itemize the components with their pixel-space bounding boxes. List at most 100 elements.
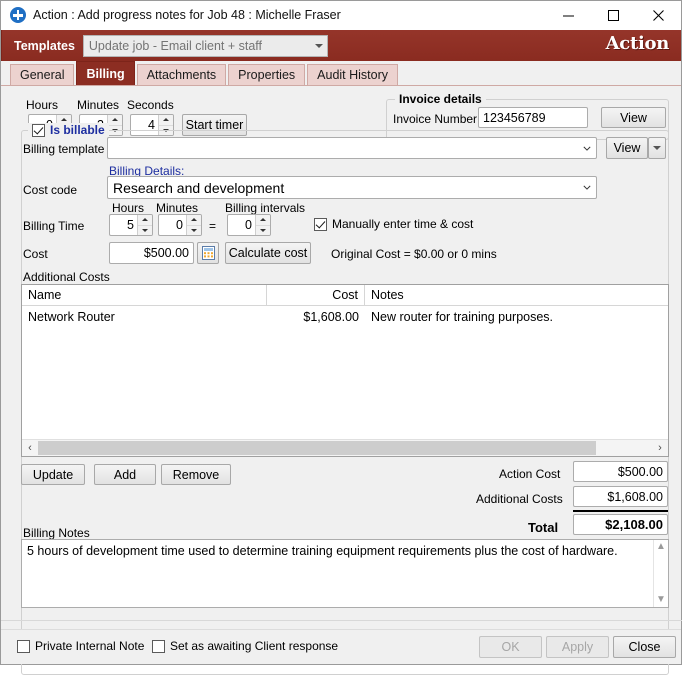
additional-costs-value: $1,608.00 [607,489,663,504]
manual-entry-label: Manually enter time & cost [332,217,474,231]
billing-notes-label: Billing Notes [23,526,90,540]
spin-down-icon[interactable] [187,226,201,236]
spin-up-icon[interactable] [159,115,173,126]
scroll-left-icon[interactable]: ‹ [22,440,38,456]
billing-intervals-spin-buttons[interactable] [255,215,270,235]
is-billable-label: Is billable [50,123,105,137]
checkbox-box [314,217,327,231]
private-internal-note-checkbox[interactable]: Private Internal Note [17,639,144,653]
chevron-down-icon [653,146,661,150]
timer-hours-label: Hours [26,98,59,112]
cost-code-select[interactable]: Research and development [107,176,597,199]
is-billable-checkbox[interactable]: Is billable [28,123,109,137]
update-button[interactable]: Update [21,464,85,485]
cost-value: $500.00 [143,246,189,260]
billing-minutes-label: Minutes [156,201,199,215]
tab-properties[interactable]: Properties [228,64,306,85]
action-cost-label: Action Cost [499,467,561,481]
template-select-value: Update job - Email client + staff [88,38,263,53]
billing-hours-spin-buttons[interactable] [137,215,152,235]
billing-template-view-dropdown[interactable] [648,137,666,159]
spin-up-icon[interactable] [187,215,201,226]
manual-entry-checkbox[interactable]: Manually enter time & cost [314,217,473,231]
billing-minutes-stepper[interactable]: 0 [158,214,202,236]
billing-minutes-value: 0 [176,218,183,232]
close-icon[interactable] [636,2,681,29]
spin-down-icon[interactable] [138,226,152,236]
spin-up-icon[interactable] [108,115,122,126]
total-value-field: $2,108.00 [573,514,668,535]
remove-button[interactable]: Remove [161,464,231,485]
billing-intervals-value: 0 [245,218,252,232]
table-row[interactable]: Network Router $1,608.00 New router for … [22,306,668,327]
billing-template-view-button[interactable]: View [606,137,648,159]
tab-general[interactable]: General [10,64,75,85]
cell-cost: $1,608.00 [303,309,359,324]
additional-costs-label: Additional Costs [23,270,110,284]
spin-down-icon[interactable] [256,226,270,236]
calculate-cost-button[interactable]: Calculate cost [225,242,311,264]
awaiting-client-checkbox[interactable]: Set as awaiting Client response [152,639,338,653]
chevron-down-icon [578,185,596,190]
billing-time-label: Billing Time [23,219,85,233]
spin-up-icon[interactable] [138,215,152,226]
total-label: Total [528,520,559,535]
cell-notes: New router for training purposes. [371,309,554,324]
tab-strip: General Billing Attachments Properties A… [1,61,681,86]
cost-field[interactable]: $500.00 [109,242,194,264]
tab-audit-history[interactable]: Audit History [307,64,399,85]
close-button[interactable]: Close [613,636,676,658]
billing-template-select[interactable] [107,137,597,159]
spin-up-icon[interactable] [256,215,270,226]
billing-tab-panel: Hours Minutes Seconds 0 3 4 Start timer [1,86,682,675]
additional-costs-total-label: Additional Costs [476,492,563,506]
billing-minutes-spin-buttons[interactable] [186,215,201,235]
column-header-cost[interactable]: Cost [267,285,365,305]
invoice-number-field[interactable]: 123456789 [478,107,588,128]
list-header: Name Cost Notes [22,285,668,306]
tab-attachments[interactable]: Attachments [136,64,227,85]
notes-vertical-scrollbar[interactable]: ▲ ▼ [653,540,668,607]
total-value: $2,108.00 [605,517,663,532]
minimize-icon[interactable] [546,2,591,29]
cost-code-label: Cost code [23,183,78,197]
ok-button[interactable]: OK [479,636,542,658]
scrollbar-thumb[interactable] [38,441,596,455]
original-cost-text: Original Cost = $0.00 or 0 mins [331,247,497,261]
billing-template-label: Billing template [23,142,105,156]
billing-notes-textarea[interactable]: 5 hours of development time used to dete… [21,539,669,608]
additional-costs-value-field: $1,608.00 [573,486,668,507]
chevron-down-icon [311,36,327,56]
horizontal-scrollbar[interactable]: ‹ › [22,439,668,456]
template-select[interactable]: Update job - Email client + staff [82,34,328,57]
invoice-number-label: Invoice Number [393,112,478,126]
scroll-right-icon[interactable]: › [652,440,668,456]
apply-button[interactable]: Apply [546,636,609,658]
plus-circle-icon [10,7,26,23]
dialog-footer: Private Internal Note Set as awaiting Cl… [1,629,681,664]
scroll-down-icon[interactable]: ▼ [656,595,666,605]
action-cost-value-field: $500.00 [573,461,668,482]
column-header-notes[interactable]: Notes [365,285,668,305]
cost-code-value: Research and development [113,179,285,196]
maximize-icon[interactable] [591,2,636,29]
billing-intervals-label: Billing intervals [225,201,306,215]
scroll-up-icon[interactable]: ▲ [656,542,666,552]
billing-hours-stepper[interactable]: 5 [109,214,153,236]
invoice-number-value: 123456789 [483,110,546,125]
action-dialog-window: Action : Add progress notes for Job 48 :… [0,0,682,675]
billing-intervals-stepper[interactable]: 0 [227,214,271,236]
additional-costs-list[interactable]: Name Cost Notes Network Router $1,608.00… [21,284,669,457]
timer-minutes-label: Minutes [77,98,120,112]
add-button[interactable]: Add [94,464,156,485]
calculator-icon[interactable] [197,242,219,264]
billing-notes-value: 5 hours of development time used to dete… [27,544,618,558]
billing-hours-value: 5 [127,218,134,232]
cell-name: Network Router [28,309,115,324]
invoice-details-title: Invoice details [395,92,486,106]
templates-bar: Templates Update job - Email client + st… [1,30,681,61]
column-header-name[interactable]: Name [22,285,267,305]
equals-sign: = [209,219,217,233]
invoice-view-button[interactable]: View [601,107,666,128]
tab-billing[interactable]: Billing [76,61,135,85]
